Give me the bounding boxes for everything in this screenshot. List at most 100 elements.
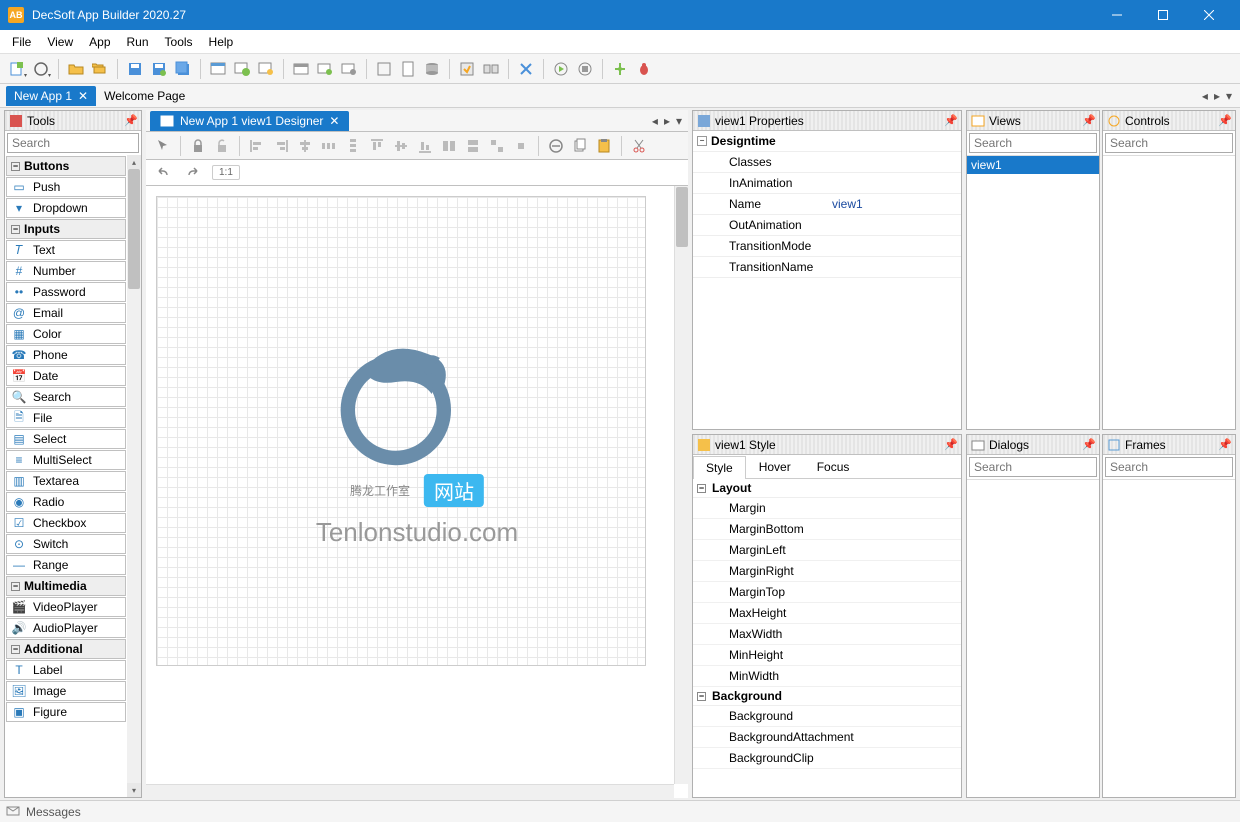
tool-group[interactable]: −Additional	[6, 639, 126, 659]
menu-file[interactable]: File	[4, 32, 39, 52]
property-row[interactable]: Classes	[693, 152, 961, 173]
stop-button[interactable]	[574, 58, 596, 80]
style-tab-style[interactable]: Style	[693, 456, 746, 479]
lock-button[interactable]	[187, 135, 209, 157]
paste-button[interactable]	[593, 135, 615, 157]
style-row[interactable]: MinWidth	[693, 666, 961, 687]
style-tab-focus[interactable]: Focus	[804, 455, 863, 478]
frames-list[interactable]	[1103, 479, 1235, 797]
close-icon[interactable]: ✕	[329, 114, 339, 128]
style-grid[interactable]: −LayoutMarginMarginBottomMarginLeftMargi…	[693, 479, 961, 797]
menu-app[interactable]: App	[81, 32, 118, 52]
debug-button[interactable]	[609, 58, 631, 80]
dialogs-search-input[interactable]	[969, 457, 1097, 477]
maximize-button[interactable]	[1140, 0, 1186, 30]
tool-item-radio[interactable]: ◉Radio	[6, 492, 126, 512]
menu-button[interactable]: ▾	[674, 114, 684, 128]
style-row[interactable]: MarginTop	[693, 582, 961, 603]
pin-icon[interactable]: 📌	[1219, 115, 1231, 127]
align-hcenter-button[interactable]	[294, 135, 316, 157]
tool-item-text[interactable]: 𝑇Text	[6, 240, 126, 260]
tools-button[interactable]	[515, 58, 537, 80]
same-width-button[interactable]	[438, 135, 460, 157]
property-value[interactable]	[828, 152, 961, 172]
views-search-input[interactable]	[969, 133, 1097, 153]
canvas-hscroll[interactable]	[146, 784, 674, 798]
tool-item-push[interactable]: ▭Push	[6, 177, 126, 197]
tool-item-checkbox[interactable]: ☑Checkbox	[6, 513, 126, 533]
unlock-button[interactable]	[211, 135, 233, 157]
open-button[interactable]: ▾	[30, 58, 52, 80]
dialogs-list[interactable]	[967, 479, 1099, 797]
style-category[interactable]: −Background	[693, 687, 961, 706]
tool-item-textarea[interactable]: ▥Textarea	[6, 471, 126, 491]
designer-tab[interactable]: New App 1 view1 Designer ✕	[150, 111, 349, 131]
style-tab-hover[interactable]: Hover	[746, 455, 804, 478]
new-button[interactable]: ▾	[6, 58, 28, 80]
tool-item-videoplayer[interactable]: 🎬VideoPlayer	[6, 597, 126, 617]
controls-list[interactable]	[1103, 155, 1235, 429]
tool-item-multiselect[interactable]: ≡MultiSelect	[6, 450, 126, 470]
pin-icon[interactable]: 📌	[945, 115, 957, 127]
align-top-button[interactable]	[366, 135, 388, 157]
menu-run[interactable]: Run	[119, 32, 157, 52]
style-category[interactable]: −Layout	[693, 479, 961, 498]
pin-icon[interactable]: 📌	[945, 439, 957, 451]
tool-item-number[interactable]: #Number	[6, 261, 126, 281]
tab-menu-button[interactable]: ▾	[1224, 89, 1234, 103]
prev-button[interactable]: ◂	[650, 114, 660, 128]
property-row[interactable]: OutAnimation	[693, 215, 961, 236]
tool-item-color[interactable]: ▦Color	[6, 324, 126, 344]
same-size-button[interactable]	[486, 135, 508, 157]
property-row[interactable]: TransitionName	[693, 257, 961, 278]
property-row[interactable]: Nameview1	[693, 194, 961, 215]
style-row[interactable]: MinHeight	[693, 645, 961, 666]
run-button[interactable]	[550, 58, 572, 80]
folder-button[interactable]	[65, 58, 87, 80]
property-value[interactable]	[828, 173, 961, 193]
views-list[interactable]: view1	[967, 155, 1099, 429]
tool-item-phone[interactable]: ☎Phone	[6, 345, 126, 365]
canvas-area[interactable]: 腾龙工作室 网站 Tenlonstudio.com	[146, 186, 688, 798]
next-button[interactable]: ▸	[662, 114, 672, 128]
ratio-badge[interactable]: 1:1	[212, 165, 240, 180]
doc-tab-welcome[interactable]: Welcome Page	[96, 86, 193, 106]
tool-item-figure[interactable]: ▣Figure	[6, 702, 126, 722]
style-row[interactable]: Background	[693, 706, 961, 727]
pin-icon[interactable]: 📌	[1083, 439, 1095, 451]
dialog-button[interactable]	[290, 58, 312, 80]
properties-grid[interactable]: −Designtime ClassesInAnimationNameview1O…	[693, 131, 961, 429]
redo-button[interactable]	[182, 162, 204, 184]
tool-group[interactable]: −Buttons	[6, 156, 126, 176]
align-right-button[interactable]	[270, 135, 292, 157]
build-button[interactable]	[456, 58, 478, 80]
pin-icon[interactable]: 📌	[125, 115, 137, 127]
folders-button[interactable]	[89, 58, 111, 80]
prop-category[interactable]: −Designtime	[693, 131, 961, 152]
tool-item-date[interactable]: 📅Date	[6, 366, 126, 386]
delete-button[interactable]	[545, 135, 567, 157]
tool-item-switch[interactable]: ⊙Switch	[6, 534, 126, 554]
property-value[interactable]	[828, 215, 961, 235]
property-row[interactable]: InAnimation	[693, 173, 961, 194]
menu-help[interactable]: Help	[201, 32, 242, 52]
tab-next-button[interactable]: ▸	[1212, 89, 1222, 103]
menu-tools[interactable]: Tools	[157, 32, 201, 52]
property-value[interactable]	[828, 236, 961, 256]
undo-button[interactable]	[152, 162, 174, 184]
tool-item-email[interactable]: @Email	[6, 303, 126, 323]
tool-item-image[interactable]: 🖼Image	[6, 681, 126, 701]
dist-v-button[interactable]	[342, 135, 364, 157]
pin-icon[interactable]: 📌	[1083, 115, 1095, 127]
document-button[interactable]	[397, 58, 419, 80]
tool-item-dropdown[interactable]: ▾Dropdown	[6, 198, 126, 218]
dist-h-button[interactable]	[318, 135, 340, 157]
cut-button[interactable]	[628, 135, 650, 157]
save-all-button[interactable]	[172, 58, 194, 80]
canvas-vscroll[interactable]	[674, 186, 688, 784]
bug-button[interactable]	[633, 58, 655, 80]
align-left-button[interactable]	[246, 135, 268, 157]
design-canvas[interactable]	[156, 196, 646, 666]
align-vcenter-button[interactable]	[390, 135, 412, 157]
minimize-button[interactable]	[1094, 0, 1140, 30]
